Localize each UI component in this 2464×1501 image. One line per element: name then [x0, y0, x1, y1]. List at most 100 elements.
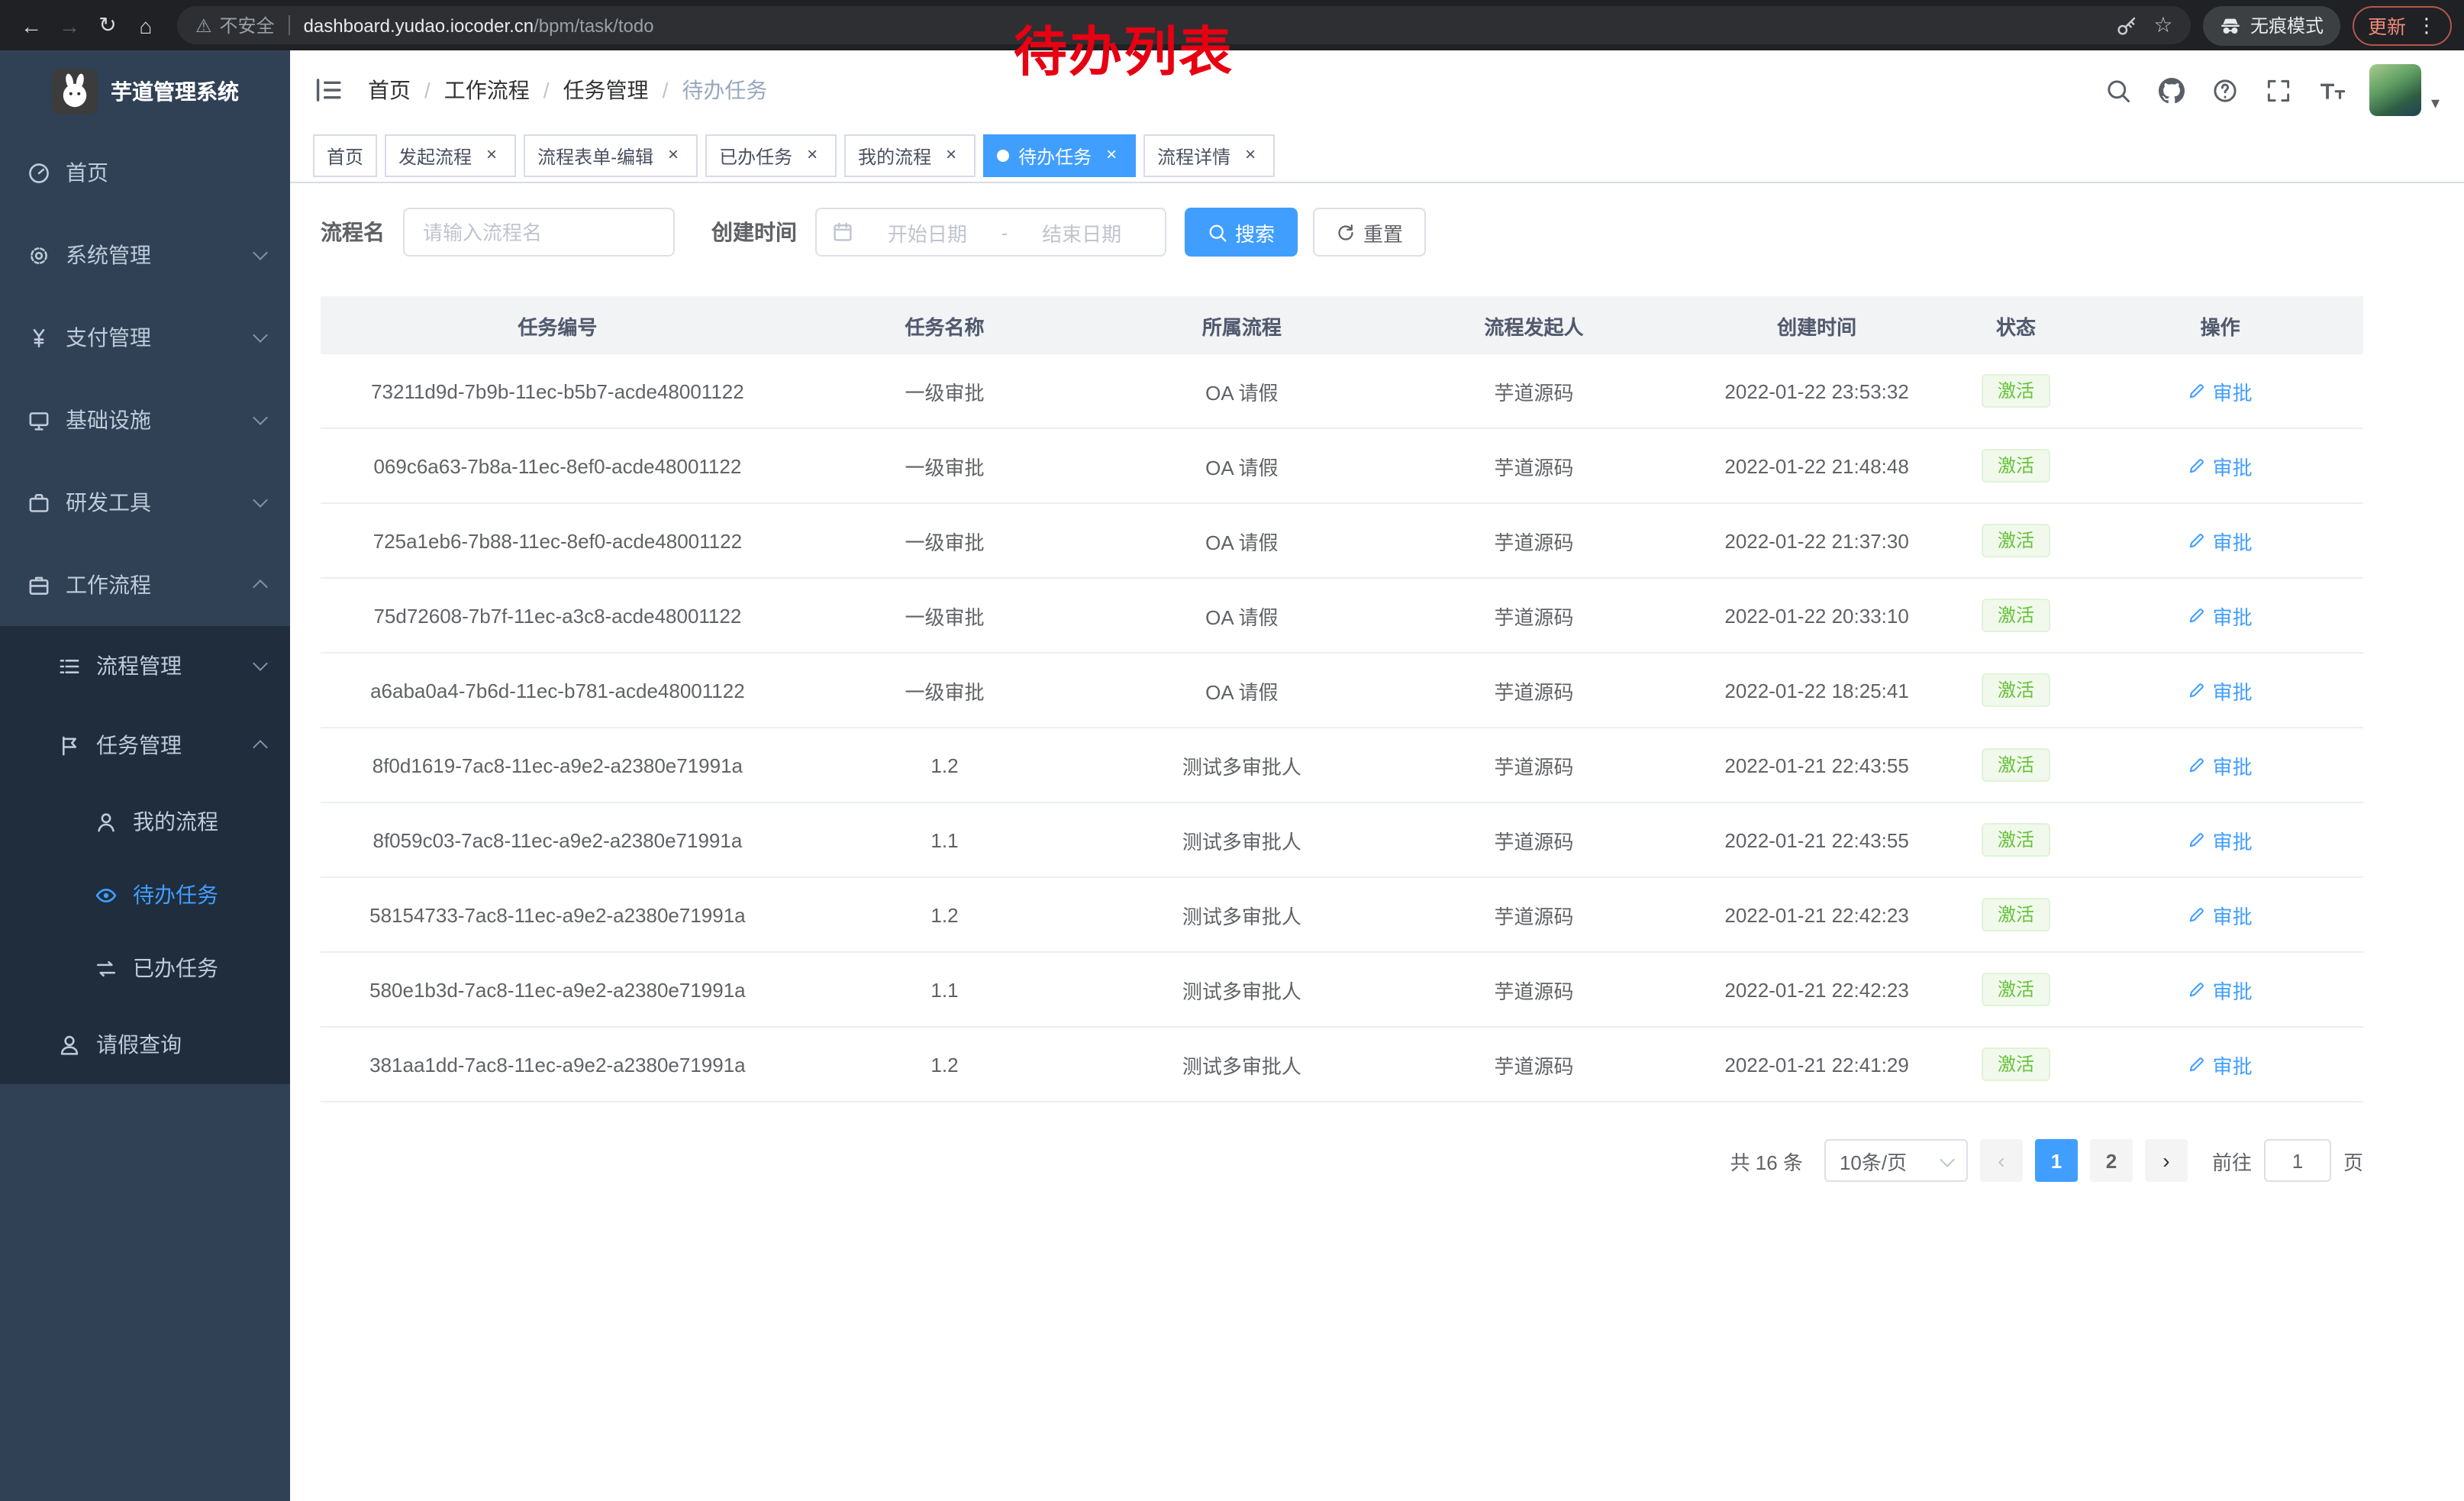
- task-name-cell: 1.2: [795, 877, 1095, 952]
- approve-link[interactable]: 审批: [2188, 376, 2253, 405]
- fullscreen-icon[interactable]: [2263, 75, 2294, 105]
- avatar-caret-icon[interactable]: ▾: [2431, 92, 2440, 112]
- tab-done-tasks[interactable]: 已办任务×: [705, 134, 837, 177]
- initiator-cell: 芋道源码: [1389, 428, 1679, 503]
- sidebar-item-payment[interactable]: 支付管理: [0, 296, 290, 379]
- reload-icon[interactable]: ↻: [89, 6, 127, 44]
- date-range-picker[interactable]: 开始日期 - 结束日期: [815, 208, 1166, 257]
- forward-icon[interactable]: →: [50, 6, 89, 44]
- tab-start-process[interactable]: 发起流程×: [385, 134, 516, 177]
- start-date-placeholder: 开始日期: [859, 218, 995, 247]
- created-time-cell: 2022-01-22 21:37:30: [1679, 503, 1954, 578]
- table-row: 725a1eb6-7b88-11ec-8ef0-acde48001122一级审批…: [321, 503, 2363, 578]
- font-size-icon[interactable]: [2317, 75, 2347, 105]
- sidebar-item-task-mgmt[interactable]: 任务管理: [0, 705, 290, 785]
- sidebar-item-devtools[interactable]: 研发工具: [0, 461, 290, 544]
- user-avatar[interactable]: [2370, 64, 2422, 116]
- tab-home[interactable]: 首页: [313, 134, 377, 177]
- approve-link[interactable]: 审批: [2188, 750, 2253, 780]
- approve-link[interactable]: 审批: [2188, 526, 2253, 555]
- task-id-cell: 73211d9d-7b9b-11ec-b5b7-acde48001122: [321, 354, 795, 428]
- tab-label: 流程表单-编辑: [537, 143, 653, 169]
- status-cell: 激活: [1955, 1027, 2078, 1102]
- goto-page-input[interactable]: [2264, 1139, 2331, 1182]
- home-icon[interactable]: ⌂: [127, 6, 165, 44]
- initiator-cell: 芋道源码: [1389, 802, 1679, 877]
- action-cell: 审批: [2077, 952, 2363, 1027]
- browser-update-chip[interactable]: 更新 ⋮: [2353, 5, 2452, 45]
- pen-icon: [2188, 457, 2207, 475]
- prev-page-button[interactable]: ‹: [1980, 1139, 2023, 1182]
- app-title: 芋道管理系统: [111, 76, 239, 106]
- tab-close-icon[interactable]: ×: [801, 145, 823, 166]
- browser-menu-dots-icon[interactable]: ⋮: [2417, 13, 2437, 37]
- process-cell: 测试多审批人: [1095, 952, 1388, 1027]
- table-row: a6aba0a4-7b6d-11ec-b781-acde48001122一级审批…: [321, 653, 2363, 728]
- page-button-2[interactable]: 2: [2090, 1139, 2133, 1182]
- tab-close-icon[interactable]: ×: [663, 145, 684, 166]
- tab-close-icon[interactable]: ×: [940, 145, 962, 166]
- breadcrumb-item[interactable]: 工作流程: [444, 75, 530, 105]
- eye-icon: [95, 883, 118, 906]
- tab-form-edit[interactable]: 流程表单-编辑 ×: [524, 134, 698, 177]
- process-name-label: 流程名: [321, 217, 385, 247]
- chevron-down-icon: [253, 410, 268, 425]
- status-badge: 激活: [1982, 1047, 2050, 1081]
- sidebar-item-my-process[interactable]: 我的流程: [0, 785, 290, 858]
- sidebar-item-done-tasks[interactable]: 已办任务: [0, 931, 290, 1005]
- app-header: 首页/工作流程/任务管理/待办任务 ▾: [290, 50, 2464, 130]
- pen-icon: [2188, 980, 2207, 999]
- approve-link-label: 审批: [2213, 526, 2253, 555]
- tab-close-icon[interactable]: ×: [481, 145, 502, 166]
- chevron-down-icon: [253, 328, 268, 343]
- task-name-cell: 1.1: [795, 952, 1095, 1027]
- bookmark-star-icon[interactable]: ☆: [2145, 7, 2182, 44]
- sidebar-item-label: 研发工具: [66, 487, 151, 518]
- help-icon[interactable]: [2210, 75, 2240, 105]
- password-key-icon[interactable]: [2108, 7, 2145, 44]
- approve-link[interactable]: 审批: [2188, 451, 2253, 480]
- github-icon[interactable]: [2156, 75, 2187, 105]
- search-button[interactable]: 搜索: [1185, 208, 1298, 257]
- status-badge: 激活: [1982, 673, 2050, 707]
- approve-link[interactable]: 审批: [2188, 676, 2253, 705]
- breadcrumb-item: 待办任务: [682, 75, 767, 105]
- sidebar-item-home[interactable]: 首页: [0, 131, 290, 214]
- sidebar-item-label: 任务管理: [96, 730, 182, 760]
- tab-close-icon[interactable]: ×: [1101, 145, 1122, 166]
- breadcrumb-separator: /: [663, 78, 669, 102]
- tab-my-process[interactable]: 我的流程×: [844, 134, 976, 177]
- approve-link[interactable]: 审批: [2188, 825, 2253, 854]
- back-icon[interactable]: ←: [12, 6, 50, 44]
- approve-link[interactable]: 审批: [2188, 975, 2253, 1004]
- not-secure-warning-icon: ⚠: [195, 15, 212, 36]
- sidebar-item-todo-tasks[interactable]: 待办任务: [0, 858, 290, 931]
- status-cell: 激活: [1955, 952, 2078, 1027]
- breadcrumb-item[interactable]: 首页: [368, 75, 411, 105]
- process-name-input[interactable]: [403, 208, 675, 257]
- sidebar-item-workflow[interactable]: 工作流程: [0, 544, 290, 626]
- next-page-button[interactable]: ›: [2145, 1139, 2188, 1182]
- tab-close-icon[interactable]: ×: [1240, 145, 1261, 166]
- page-size-select[interactable]: 10条/页: [1824, 1139, 1968, 1182]
- approve-link[interactable]: 审批: [2188, 900, 2253, 929]
- tab-todo-tasks[interactable]: 待办任务×: [983, 134, 1136, 177]
- search-icon[interactable]: [2103, 75, 2133, 105]
- sidebar-collapse-icon[interactable]: [313, 75, 343, 105]
- initiator-cell: 芋道源码: [1389, 952, 1679, 1027]
- status-cell: 激活: [1955, 503, 2078, 578]
- task-name-cell: 一级审批: [795, 503, 1095, 578]
- approve-link[interactable]: 审批: [2188, 601, 2253, 630]
- initiator-cell: 芋道源码: [1389, 728, 1679, 802]
- tab-process-detail[interactable]: 流程详情×: [1143, 134, 1275, 177]
- sidebar-item-leave-query[interactable]: 请假查询: [0, 1005, 290, 1084]
- sidebar-item-process-mgmt[interactable]: 流程管理: [0, 626, 290, 705]
- page-button-1[interactable]: 1: [2035, 1139, 2078, 1182]
- breadcrumb-item[interactable]: 任务管理: [563, 75, 649, 105]
- sidebar-item-infrastructure[interactable]: 基础设施: [0, 379, 290, 461]
- reset-button[interactable]: 重置: [1313, 208, 1426, 257]
- app-logo[interactable]: 芋道管理系统: [0, 50, 290, 131]
- sidebar-item-system[interactable]: 系统管理: [0, 214, 290, 296]
- approve-link-label: 审批: [2213, 900, 2253, 929]
- approve-link[interactable]: 审批: [2188, 1050, 2253, 1079]
